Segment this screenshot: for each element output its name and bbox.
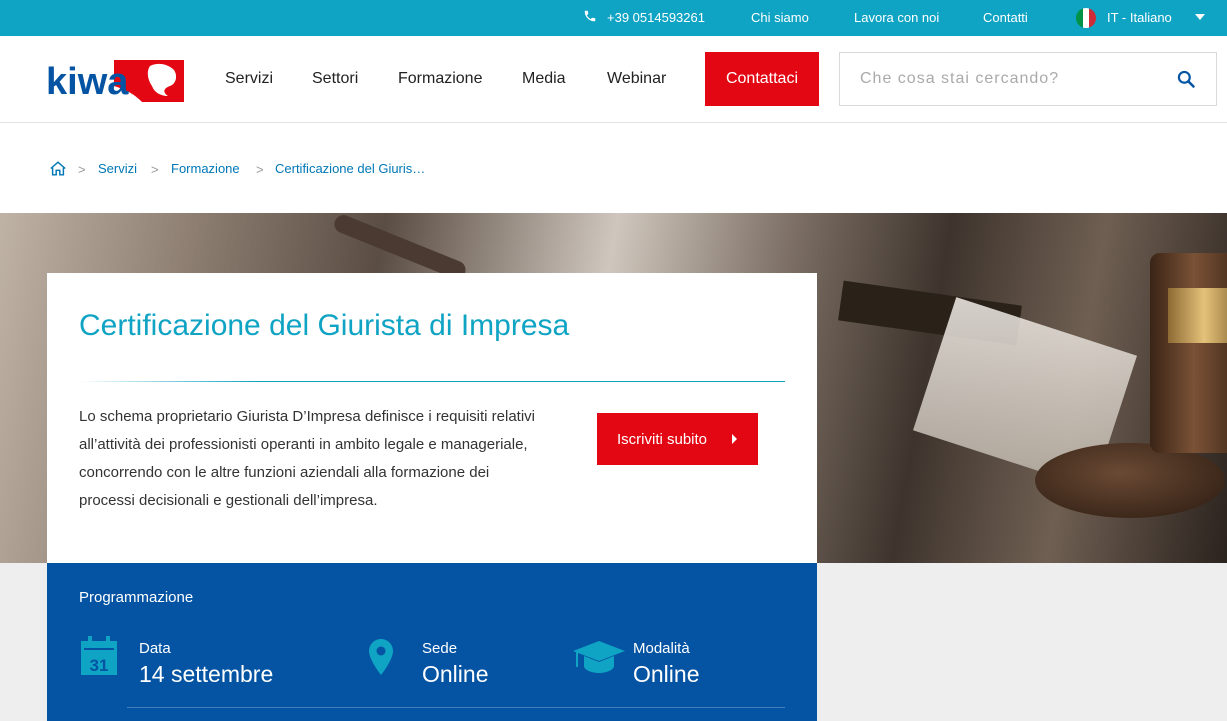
search-icon[interactable] [1176, 69, 1196, 89]
nav-settori[interactable]: Settori [312, 70, 358, 88]
calendar-icon-day: 31 [90, 656, 109, 675]
schedule-value-modalita: Online [633, 661, 700, 687]
contatti-link[interactable]: Contatti [983, 10, 1028, 25]
nav-webinar[interactable]: Webinar [607, 70, 666, 88]
iscriviti-subito-label: Iscriviti subito [617, 430, 708, 448]
search-input[interactable] [840, 53, 1160, 105]
nav-formazione[interactable]: Formazione [398, 70, 482, 88]
phone-icon [584, 10, 596, 22]
schedule-label-sede: Sede [422, 640, 458, 657]
schedule-value-data: 14 settembre [139, 661, 274, 687]
schedule-panel: Programmazione 31 Data 14 settembre Sede… [47, 563, 817, 721]
nav-media[interactable]: Media [522, 70, 566, 88]
search-box [839, 52, 1217, 106]
location-pin-icon [369, 639, 393, 675]
main-header: kiwa Servizi Settori Formazione Media We… [0, 36, 1227, 123]
logo-text: kiwa [46, 61, 129, 103]
title-divider [79, 381, 785, 382]
italy-flag-icon [1076, 8, 1096, 28]
breadcrumb: > Servizi > Formazione > Certificazione … [0, 123, 1227, 213]
breadcrumb-formazione[interactable]: Formazione [171, 161, 240, 176]
breadcrumb-separator: > [78, 162, 86, 177]
schedule-label-data: Data [139, 640, 171, 657]
course-description: Lo schema proprietario Giurista D’Impres… [79, 408, 536, 509]
lavora-con-noi-link[interactable]: Lavora con noi [854, 10, 939, 25]
breadcrumb-separator: > [151, 162, 159, 177]
nav-servizi[interactable]: Servizi [225, 70, 273, 88]
contattaci-button[interactable]: Contattaci [705, 52, 819, 106]
graduation-cap-icon [573, 641, 625, 673]
iscriviti-subito-button[interactable]: Iscriviti subito [597, 413, 758, 465]
schedule-heading: Programmazione [79, 589, 194, 606]
chevron-right-icon [732, 434, 737, 444]
page-title: Certificazione del Giurista di Impresa [79, 309, 570, 342]
phone-number-link[interactable]: +39 0514593261 [607, 10, 705, 25]
language-selector[interactable]: IT - Italiano [1107, 10, 1172, 25]
breadcrumb-servizi[interactable]: Servizi [98, 161, 137, 176]
chi-siamo-link[interactable]: Chi siamo [751, 10, 809, 25]
breadcrumb-separator: > [256, 162, 264, 177]
home-icon[interactable] [49, 160, 67, 177]
chevron-down-icon[interactable] [1195, 14, 1205, 20]
schedule-value-sede: Online [422, 661, 489, 687]
calendar-icon: 31 [81, 636, 117, 675]
breadcrumb-current-page[interactable]: Certificazione del Giuris… [275, 161, 425, 176]
schedule-label-modalita: Modalità [633, 640, 690, 657]
top-utility-bar: +39 0514593261 Chi siamo Lavora con noi … [0, 0, 1227, 36]
schedule-divider [127, 707, 785, 708]
course-intro-card: Certificazione del Giurista di Impresa L… [47, 273, 817, 563]
kiwa-logo[interactable]: kiwa [46, 56, 186, 104]
